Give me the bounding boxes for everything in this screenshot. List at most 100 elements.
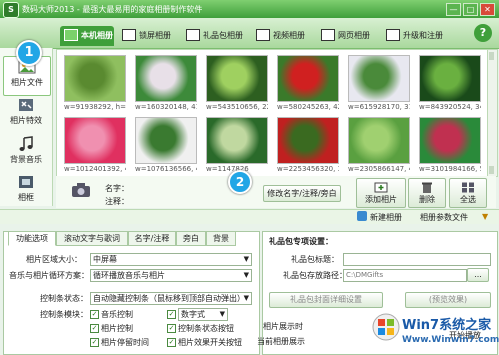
sidebar-item-effects[interactable]: 相片特效 [3, 95, 49, 133]
photo-thumbnail-cell[interactable]: w=3101984166, 5 [419, 117, 482, 173]
scroll-up-icon[interactable] [489, 52, 494, 60]
music-control-checkbox[interactable]: ✓ [90, 310, 99, 319]
photo-thumbnail-cell[interactable]: w=160320148, 41 [135, 55, 198, 111]
photo-grid-scrollbar[interactable] [487, 49, 498, 177]
gift-path-input[interactable]: C:\DMGifts [343, 269, 467, 282]
edit-name-note-button[interactable]: 修改名字/注释/旁白 [263, 185, 341, 202]
tab-upgrade-register[interactable]: 升级和注册 [382, 26, 446, 46]
step-1-badge: 1 [16, 40, 42, 66]
tab-gift-album[interactable]: 礼品包相册 [182, 26, 246, 46]
photo-duration-checkbox[interactable]: ✓ [90, 338, 99, 347]
window-title: 数码大师2013 - 最强大最易用的家庭相册制作软件 [22, 5, 203, 14]
photo-thumbnail-cell[interactable]: w=91938292, h=2 [64, 55, 127, 111]
gift-title-input[interactable] [343, 253, 491, 266]
gift-cover-detail-button[interactable]: 礼品包封面详细设置 [269, 292, 383, 308]
tab-web-album[interactable]: 网页相册 [317, 26, 375, 46]
step-2-badge: 2 [228, 170, 252, 194]
tab-label: 本机相册 [81, 31, 113, 40]
tab-label: 网页相册 [338, 31, 370, 40]
tab-video-album[interactable]: 视频相册 [252, 26, 310, 46]
tab-function-options[interactable]: 功能选项 [8, 231, 56, 246]
digital-style-value: 数字式 [181, 310, 205, 319]
select-all-button[interactable]: 全选 [449, 178, 487, 208]
lock-screen-icon [122, 28, 136, 41]
photo-thumbnail-image[interactable] [348, 117, 410, 164]
sidebar-item-label: 背景音乐 [10, 155, 42, 164]
photo-thumbnail-image[interactable] [277, 117, 339, 164]
photo-thumbnail-cell[interactable]: w=2305866147, 4 [348, 117, 411, 173]
control-bar-state-select[interactable]: 自动隐藏控制条（鼠标移到顶部自动弹出） ▼ [90, 292, 252, 305]
photo-thumbnail-image[interactable] [419, 55, 481, 102]
photo-thumbnail-image[interactable] [206, 55, 268, 102]
album-toolbar: 新建相册 相册参数文件 ▼ [0, 209, 499, 224]
photo-info-area: 名字： 注释： 修改名字/注释/旁白 2 添加相片 删除 全选 [56, 170, 496, 208]
tab-background[interactable]: 背景 [206, 231, 236, 246]
album-params-button[interactable]: 相册参数文件 [420, 212, 468, 223]
photo-thumbnail-cell[interactable]: w=1147826 [206, 117, 269, 173]
photo-duration-label: 相片停留时间 [101, 338, 149, 347]
tab-scroll-text-lyrics[interactable]: 滚动文字与歌词 [56, 231, 128, 246]
maximize-button[interactable]: □ [463, 3, 478, 16]
photo-thumbnail-image[interactable] [419, 117, 481, 164]
left-sidebar: 相片文件 相片特效 背景音乐 相框 1 [0, 40, 53, 206]
photo-size-label: 相片区域大小： [26, 255, 82, 264]
add-photo-button[interactable]: 添加相片 [356, 178, 406, 208]
photo-thumbnail-cell[interactable]: w=615928170, 31 [348, 55, 411, 111]
sidebar-item-music[interactable]: 背景音乐 [3, 134, 49, 172]
tab-name-note[interactable]: 名字/注释 [128, 231, 176, 246]
close-button[interactable]: ✕ [480, 3, 495, 16]
photo-thumbnail-image[interactable] [135, 117, 197, 164]
monitor-icon [64, 28, 78, 41]
photo-thumbnail-image[interactable] [206, 117, 268, 164]
title-bar: S 数码大师2013 - 最强大最易用的家庭相册制作软件 — □ ✕ [0, 0, 499, 18]
browse-button[interactable]: ... [467, 268, 489, 282]
photo-caption: w=91938292, h=2 [64, 103, 126, 111]
film-icon [256, 28, 270, 41]
minimize-button[interactable]: — [446, 3, 461, 16]
photo-control-checkbox[interactable]: ✓ [90, 324, 99, 333]
photo-caption: w=2305866147, 4 [348, 165, 410, 173]
loop-scheme-value: 循环播放音乐与相片 [93, 271, 165, 280]
gift-title-label: 礼品包标题： [291, 255, 339, 264]
photo-thumbnail-cell[interactable]: w=1076136566, 4 [135, 117, 198, 173]
photo-thumbnail-image[interactable] [64, 55, 126, 102]
control-state-button-checkbox[interactable]: ✓ [167, 324, 176, 333]
loop-scheme-label: 音乐与相片循环方案： [9, 271, 89, 280]
control-module-label: 控制条模块： [40, 310, 88, 319]
photo-thumbnail-cell[interactable]: w=843920524, 34 [419, 55, 482, 111]
loop-scheme-select[interactable]: 循环播放音乐与相片 ▼ [90, 269, 252, 282]
photo-thumbnail-cell[interactable]: w=543510656, 22 [206, 55, 269, 111]
sidebar-item-frame[interactable]: 相框 [3, 172, 49, 210]
scroll-down-icon[interactable] [489, 166, 494, 174]
sidebar-item-label: 相片特效 [10, 116, 42, 125]
photo-thumbnail-image[interactable] [348, 55, 410, 102]
delete-button[interactable]: 删除 [408, 178, 446, 208]
new-album-button[interactable]: 新建相册 [370, 212, 402, 223]
gift-settings-title: 礼品包专项设置： [269, 237, 333, 246]
photo-thumbnail-cell[interactable]: w=2253456320, 3 [277, 117, 340, 173]
preview-effect-button[interactable]: (预览效果) [405, 292, 491, 308]
dropdown-arrow-icon[interactable]: ▼ [482, 212, 488, 221]
photo-thumbnail-cell[interactable]: w=1012401392, 4 [64, 117, 127, 173]
photo-grid: w=91938292, h=2 w=160320148, 41 w=54351065… [56, 49, 488, 177]
help-icon[interactable]: ? [474, 24, 492, 42]
photo-size-select[interactable]: 中屏幕 ▼ [90, 253, 252, 266]
tab-narration[interactable]: 旁白 [176, 231, 206, 246]
photo-thumbnail-image[interactable] [135, 55, 197, 102]
effect-toggle-checkbox[interactable]: ✓ [167, 338, 176, 347]
globe-icon [321, 28, 335, 41]
tab-label: 视频相册 [273, 31, 305, 40]
tab-local-album[interactable]: 本机相册 [60, 26, 114, 46]
photo-caption: w=1076136566, 4 [135, 165, 197, 173]
photo-thumbnail-image[interactable] [277, 55, 339, 102]
tab-lockscreen-album[interactable]: 锁屏相册 [118, 26, 176, 46]
chevron-down-icon: ▼ [243, 271, 249, 279]
delete-label: 删除 [419, 195, 435, 204]
tab-label: 锁屏相册 [139, 31, 171, 40]
photo-thumbnail-image[interactable] [64, 117, 126, 164]
music-control-label: 音乐控制 [101, 310, 133, 319]
digital-style-checkbox[interactable]: ✓ [167, 310, 176, 319]
photo-thumbnail-cell[interactable]: w=580245263, 42 [277, 55, 340, 111]
music-note-icon [19, 136, 33, 151]
digital-style-select[interactable]: 数字式 ▼ [178, 308, 228, 321]
